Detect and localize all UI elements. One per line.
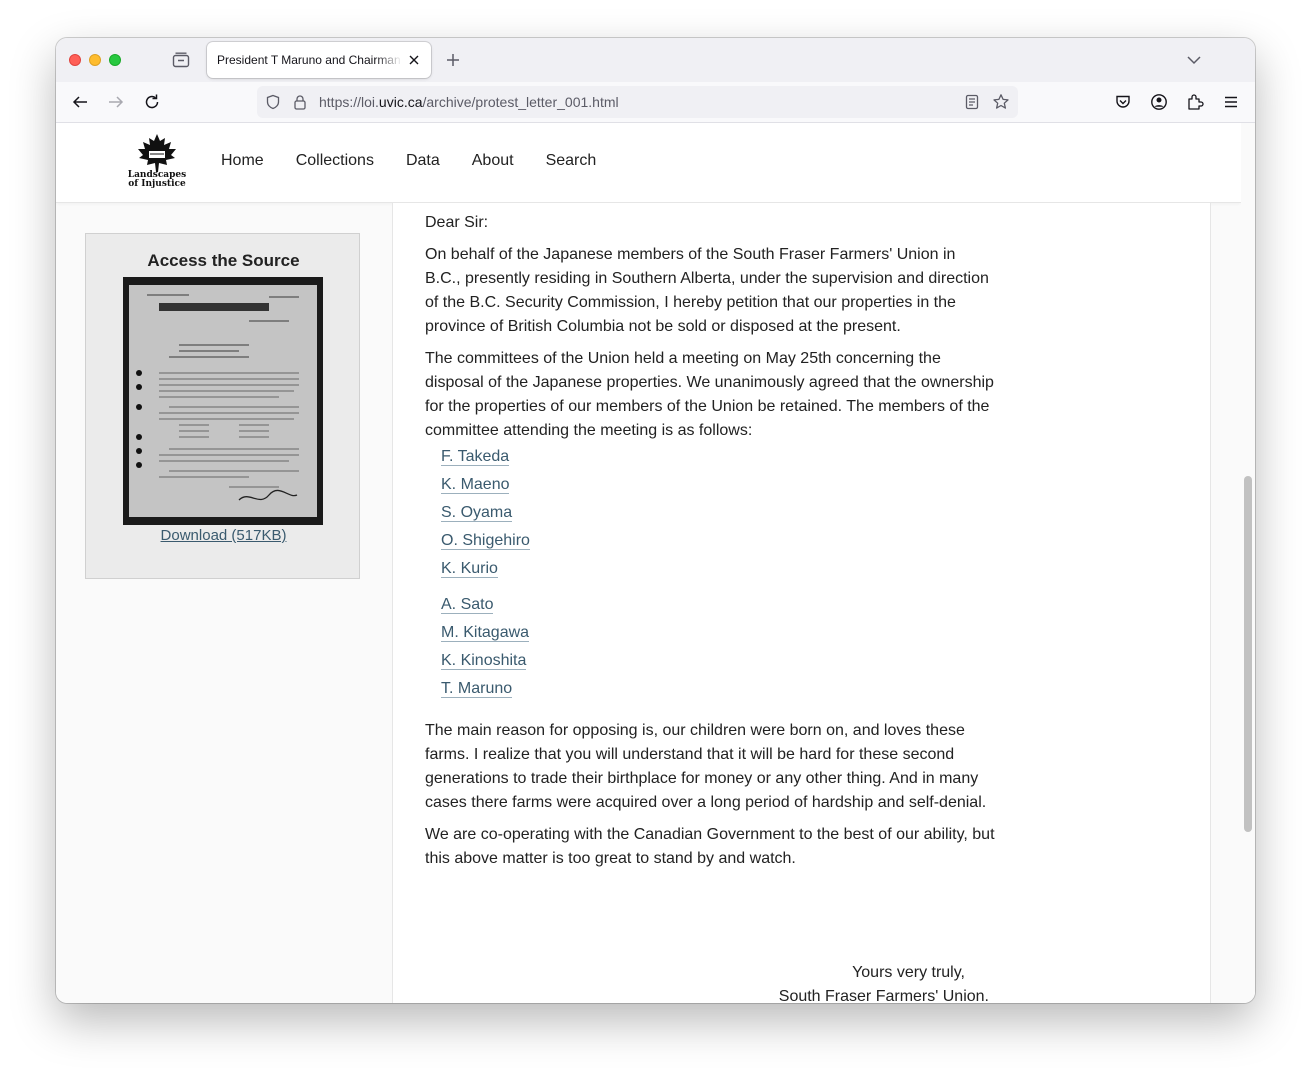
- site-logo[interactable]: Landscapes of Injustice: [122, 133, 192, 193]
- active-tab[interactable]: President T Maruno and Chairman K Kinosh…: [207, 42, 431, 78]
- signature-org: South Fraser Farmers' Union.: [778, 988, 989, 1003]
- back-arrow-icon[interactable]: [71, 93, 89, 111]
- scrollbar-thumb[interactable]: [1244, 476, 1252, 832]
- member-link[interactable]: K. Maeno: [441, 476, 510, 494]
- download-link[interactable]: Download (517KB): [86, 527, 361, 544]
- member-link[interactable]: S. Oyama: [441, 504, 513, 522]
- close-tab-icon[interactable]: [407, 53, 421, 67]
- committee-member-list: F. Takeda K. Maeno S. Oyama O. Shigehiro…: [441, 443, 995, 703]
- member-link[interactable]: T. Maruno: [441, 680, 513, 698]
- site-nav: Home Collections Data About Search: [221, 152, 596, 170]
- new-tab-icon[interactable]: [444, 51, 462, 69]
- list-item: A. Sato: [441, 591, 995, 619]
- tracking-protection-shield-icon[interactable]: [265, 94, 281, 110]
- logo-text: Landscapes of Injustice: [127, 170, 187, 189]
- bookmark-star-icon[interactable]: [992, 93, 1010, 111]
- browser-window: President T Maruno and Chairman K Kinosh…: [56, 38, 1255, 1003]
- pocket-icon[interactable]: [1114, 93, 1132, 111]
- list-item: T. Maruno: [441, 675, 995, 703]
- member-link[interactable]: O. Shigehiro: [441, 532, 530, 550]
- window-maximize-button[interactable]: [109, 54, 121, 66]
- tab-title: President T Maruno and Chairman K Kinosh…: [217, 53, 402, 67]
- member-link[interactable]: K. Kurio: [441, 560, 498, 578]
- nav-bar: https://loi.uvic.ca/archive/protest_lett…: [56, 82, 1255, 123]
- menu-icon[interactable]: [1222, 93, 1240, 111]
- letter-body: Dear Sir: On behalf of the Japanese memb…: [425, 211, 995, 1003]
- source-document-thumbnail[interactable]: [123, 277, 323, 525]
- extensions-icon[interactable]: [1186, 93, 1204, 111]
- window-close-button[interactable]: [69, 54, 81, 66]
- list-item: O. Shigehiro: [441, 527, 995, 555]
- nav-data[interactable]: Data: [406, 152, 440, 170]
- page-viewport: Landscapes of Injustice Home Collections…: [56, 123, 1255, 1003]
- member-link[interactable]: F. Takeda: [441, 448, 510, 466]
- nav-search[interactable]: Search: [546, 152, 597, 170]
- maple-leaf-icon: [138, 134, 176, 172]
- nav-home[interactable]: Home: [221, 152, 264, 170]
- list-item: S. Oyama: [441, 499, 995, 527]
- access-source-card: Access the Source Download (517KB): [85, 233, 360, 579]
- letter-content: Dear Sir: On behalf of the Japanese memb…: [392, 203, 1211, 1003]
- url-text[interactable]: https://loi.uvic.ca/archive/protest_lett…: [319, 94, 619, 110]
- nav-about[interactable]: About: [472, 152, 514, 170]
- list-item: K. Kinoshita: [441, 647, 995, 675]
- letter-paragraph: The main reason for opposing is, our chi…: [425, 722, 987, 811]
- letter-paragraph: The committees of the Union held a meeti…: [425, 350, 994, 439]
- list-item: K. Maeno: [441, 471, 995, 499]
- reader-view-icon[interactable]: [964, 94, 980, 110]
- scrollbar[interactable]: [1241, 123, 1255, 1003]
- list-item: M. Kitagawa: [441, 619, 995, 647]
- member-link[interactable]: A. Sato: [441, 596, 494, 614]
- scanned-letter-image: [129, 285, 317, 517]
- window-minimize-button[interactable]: [89, 54, 101, 66]
- site-header: Landscapes of Injustice Home Collections…: [56, 123, 1241, 203]
- list-item: F. Takeda: [441, 443, 995, 471]
- nav-collections[interactable]: Collections: [296, 152, 374, 170]
- reload-icon[interactable]: [143, 93, 161, 111]
- address-bar[interactable]: https://loi.uvic.ca/archive/protest_lett…: [257, 86, 1018, 118]
- lock-icon[interactable]: [293, 94, 307, 110]
- card-title: Access the Source: [147, 251, 300, 270]
- list-item: K. Kurio: [441, 555, 995, 583]
- letter-paragraph: We are co-operating with the Canadian Go…: [425, 826, 995, 867]
- firefox-view-icon[interactable]: [172, 52, 190, 68]
- forward-arrow-icon[interactable]: [107, 93, 125, 111]
- tab-strip: President T Maruno and Chairman K Kinosh…: [56, 38, 1255, 82]
- account-icon[interactable]: [1150, 93, 1168, 111]
- member-link[interactable]: K. Kinoshita: [441, 652, 527, 670]
- salutation: Dear Sir:: [425, 214, 489, 231]
- member-link[interactable]: M. Kitagawa: [441, 624, 530, 642]
- letter-paragraph: On behalf of the Japanese members of the…: [425, 246, 989, 335]
- chevron-down-icon[interactable]: [1186, 52, 1202, 68]
- closing-line: Yours very truly,: [852, 964, 965, 981]
